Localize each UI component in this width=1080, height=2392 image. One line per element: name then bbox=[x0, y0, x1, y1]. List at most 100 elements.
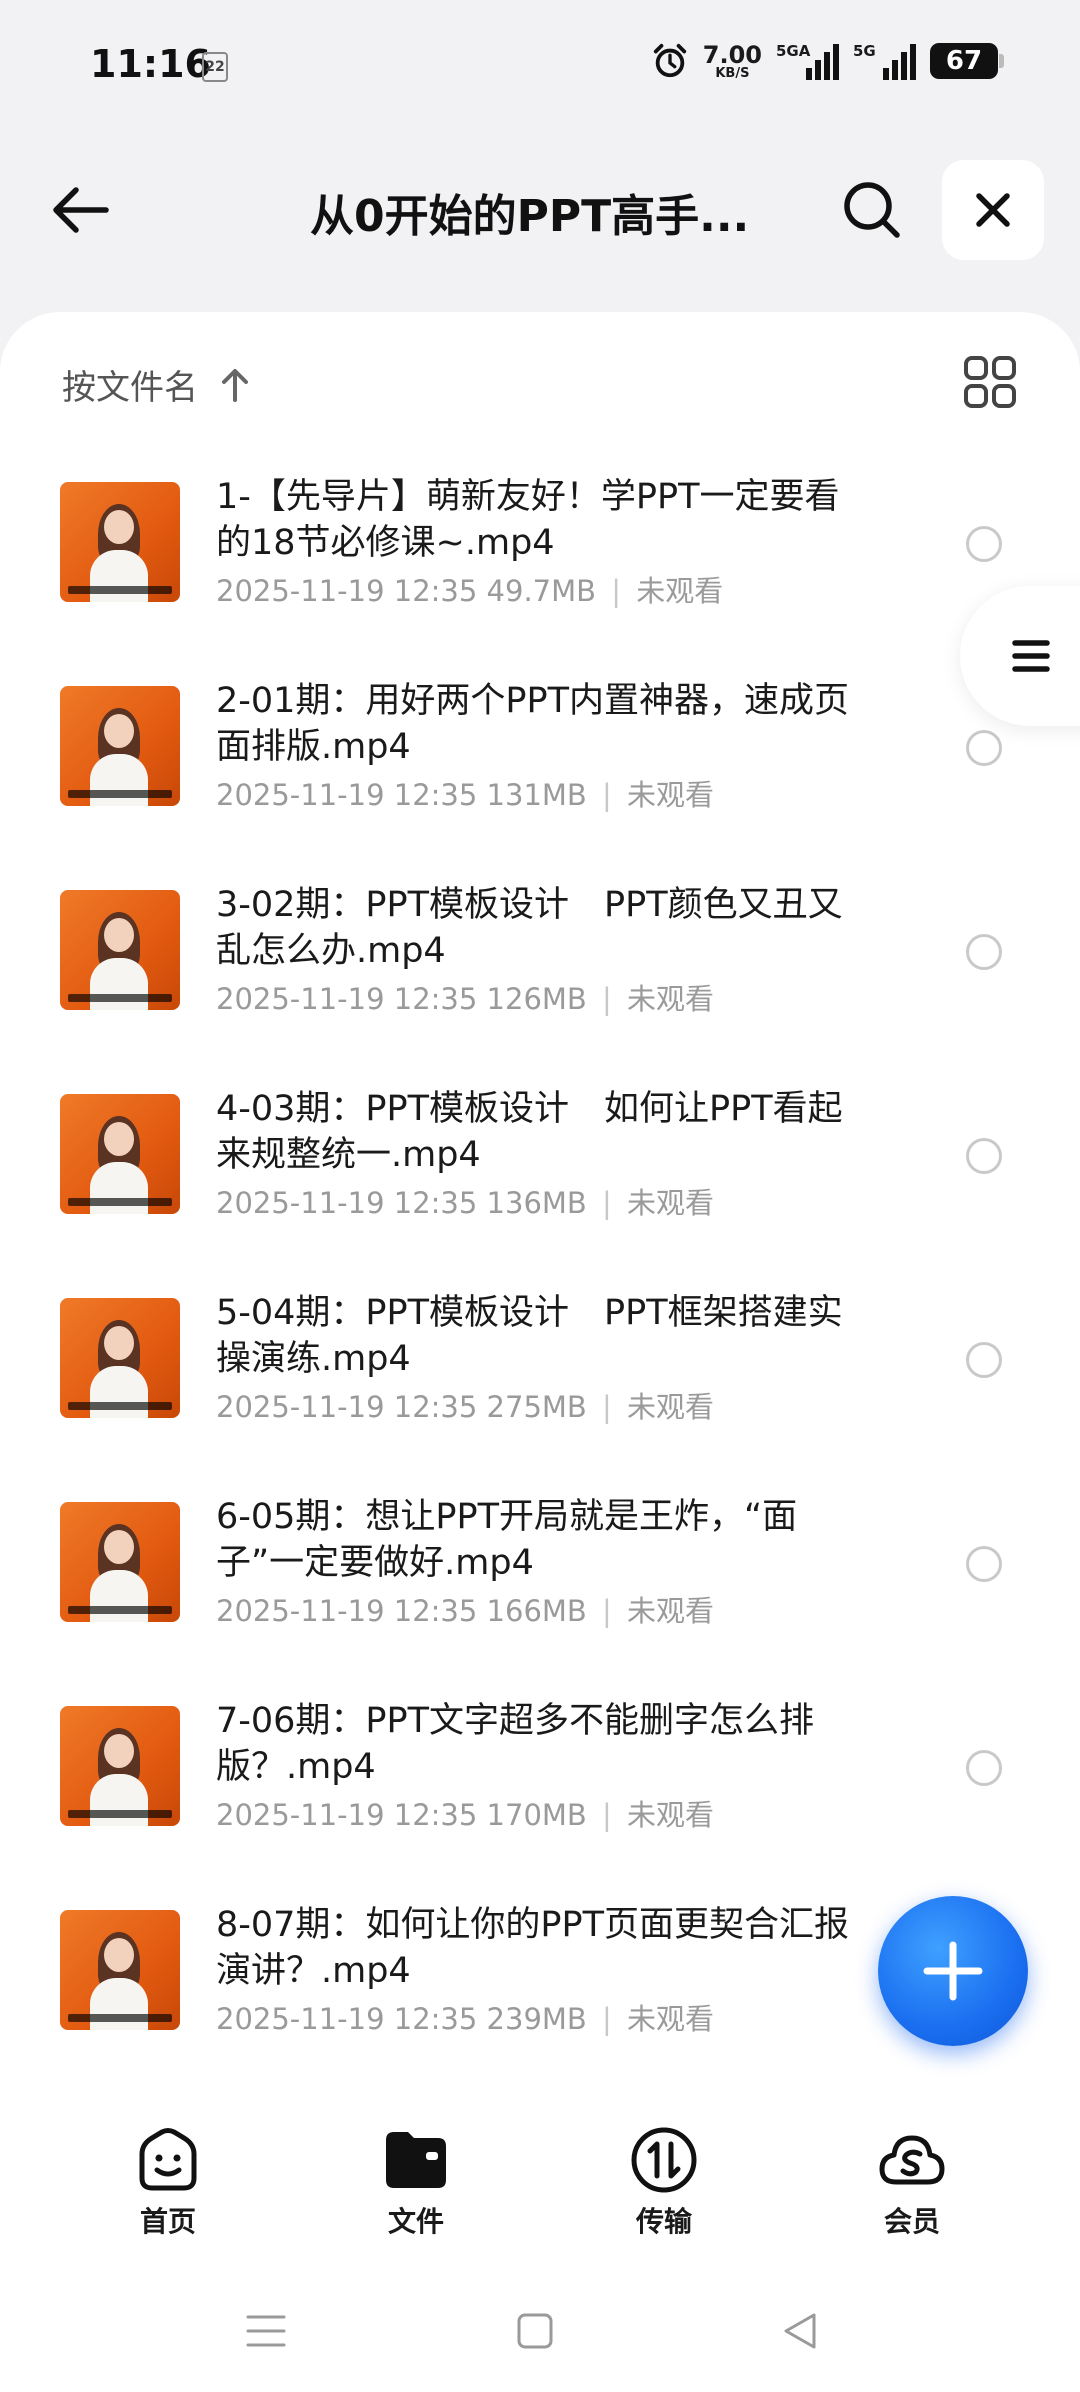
nav-member-label: 会员 bbox=[883, 2205, 940, 2238]
meta-separator: | bbox=[611, 574, 622, 608]
file-meta: 2025-11-19 12:35 126MB | 未观看 bbox=[216, 976, 714, 1018]
notification-badge: 22 bbox=[202, 52, 228, 82]
nav-files[interactable]: 文件 bbox=[346, 2124, 486, 2240]
file-date: 2025-11-19 12:35 bbox=[216, 2002, 478, 2036]
file-row[interactable]: 3-02期：PPT模板设计 PPT颜色又丑又乱怎么办.mp4 2025-11-1… bbox=[0, 885, 1080, 1094]
file-meta: 2025-11-19 12:35 239MB | 未观看 bbox=[216, 1996, 714, 2038]
file-date: 2025-11-19 12:35 bbox=[216, 1594, 478, 1628]
home-face-icon bbox=[139, 2128, 197, 2191]
select-radio[interactable] bbox=[966, 526, 1002, 562]
signal-strength-2: 5G bbox=[853, 42, 916, 80]
select-radio[interactable] bbox=[966, 934, 1002, 970]
status-bar: 11:16 22 7.00 KB/S 5GA 5G 67 bbox=[0, 0, 1080, 130]
file-name: 3-02期：PPT模板设计 PPT颜色又丑又乱怎么办.mp4 bbox=[216, 885, 843, 971]
home-button[interactable] bbox=[505, 2301, 565, 2361]
meta-separator: | bbox=[602, 1186, 612, 1220]
back-button[interactable] bbox=[42, 172, 118, 248]
menu-lines-icon bbox=[246, 2315, 286, 2347]
watch-status: 未观看 bbox=[627, 1390, 715, 1424]
recent-apps-button[interactable] bbox=[236, 2301, 296, 2361]
network-speed: 7.00 KB/S bbox=[703, 43, 762, 80]
file-list: 1-【先导片】萌新友好！学PPT一定要看的18节必修课~.mp4 2025-11… bbox=[0, 477, 1080, 2114]
video-thumbnail bbox=[60, 686, 180, 806]
file-size: 239MB bbox=[486, 2002, 587, 2036]
file-row[interactable]: 5-04期：PPT模板设计 PPT框架搭建实操演练.mp4 2025-11-19… bbox=[0, 1293, 1080, 1502]
file-name: 7-06期：PPT文字超多不能删字怎么排版？.mp4 bbox=[216, 1701, 815, 1787]
thumbnail-caption-bar bbox=[68, 994, 172, 1002]
sort-selector[interactable]: 按文件名 bbox=[62, 360, 250, 409]
square-icon bbox=[517, 2313, 553, 2349]
system-nav-bar bbox=[0, 2267, 1080, 2392]
select-radio[interactable] bbox=[966, 1750, 1002, 1786]
close-button[interactable] bbox=[942, 160, 1044, 260]
video-thumbnail bbox=[60, 890, 180, 1010]
meta-separator: | bbox=[602, 1390, 612, 1424]
file-row[interactable]: 1-【先导片】萌新友好！学PPT一定要看的18节必修课~.mp4 2025-11… bbox=[0, 477, 1080, 686]
arrow-left-icon bbox=[53, 187, 109, 233]
select-radio[interactable] bbox=[966, 730, 1002, 766]
plus-icon bbox=[923, 1941, 983, 2001]
file-date: 2025-11-19 12:35 bbox=[216, 1186, 478, 1220]
meta-separator: | bbox=[602, 1798, 612, 1832]
member-cloud-icon bbox=[879, 2135, 945, 2185]
status-indicators: 7.00 KB/S 5GA 5G 67 bbox=[651, 42, 1004, 80]
meta-separator: | bbox=[602, 1594, 612, 1628]
file-size: 170MB bbox=[486, 1798, 587, 1832]
nav-member[interactable]: 会员 bbox=[842, 2124, 982, 2240]
file-date: 2025-11-19 12:35 bbox=[216, 1798, 478, 1832]
file-name: 2-01期：用好两个PPT内置神器，速成页面排版.mp4 bbox=[216, 681, 850, 767]
select-radio[interactable] bbox=[966, 1342, 1002, 1378]
battery-indicator: 67 bbox=[930, 43, 1004, 79]
file-date: 2025-11-19 12:35 bbox=[216, 982, 478, 1016]
arrow-up-icon bbox=[222, 368, 248, 402]
bottom-nav: 首页 文件 传输 会员 bbox=[0, 2092, 1080, 2267]
file-name: 1-【先导片】萌新友好！学PPT一定要看的18节必修课~.mp4 bbox=[216, 477, 840, 563]
file-size: 275MB bbox=[486, 1390, 587, 1424]
file-row[interactable]: 6-05期：想让PPT开局就是王炸，“面子”一定要做好.mp4 2025-11-… bbox=[0, 1497, 1080, 1706]
alarm-icon bbox=[653, 43, 686, 78]
close-icon bbox=[976, 193, 1010, 227]
thumbnail-caption-bar bbox=[68, 1402, 172, 1410]
file-date: 2025-11-19 12:35 bbox=[216, 574, 478, 608]
file-size: 126MB bbox=[486, 982, 587, 1016]
nav-files-label: 文件 bbox=[387, 2205, 444, 2238]
back-system-button[interactable] bbox=[770, 2301, 830, 2361]
nav-home[interactable]: 首页 bbox=[98, 2124, 238, 2240]
folder-icon bbox=[386, 2132, 446, 2188]
file-size: 166MB bbox=[486, 1594, 587, 1628]
menu-icon bbox=[1012, 640, 1050, 672]
page-title: 从0开始的PPT高手... bbox=[310, 191, 750, 242]
file-name: 5-04期：PPT模板设计 PPT框架搭建实操演练.mp4 bbox=[216, 1293, 843, 1379]
video-thumbnail bbox=[60, 1094, 180, 1214]
file-row[interactable]: 4-03期：PPT模板设计 如何让PPT看起来规整统一.mp4 2025-11-… bbox=[0, 1089, 1080, 1298]
meta-separator: | bbox=[602, 2002, 612, 2036]
file-row[interactable]: 7-06期：PPT文字超多不能删字怎么排版？.mp4 2025-11-19 12… bbox=[0, 1701, 1080, 1910]
file-date: 2025-11-19 12:35 bbox=[216, 778, 478, 812]
grid-view-icon[interactable] bbox=[962, 354, 1018, 410]
video-thumbnail bbox=[60, 1298, 180, 1418]
search-button[interactable] bbox=[836, 174, 908, 246]
select-radio[interactable] bbox=[966, 1138, 1002, 1174]
select-radio[interactable] bbox=[966, 1546, 1002, 1582]
file-name: 4-03期：PPT模板设计 如何让PPT看起来规整统一.mp4 bbox=[216, 1089, 843, 1175]
video-thumbnail bbox=[60, 1910, 180, 2030]
file-meta: 2025-11-19 12:35 166MB | 未观看 bbox=[216, 1588, 714, 1630]
watch-status: 未观看 bbox=[627, 1798, 715, 1832]
file-meta: 2025-11-19 12:35 170MB | 未观看 bbox=[216, 1792, 714, 1834]
file-row[interactable]: 2-01期：用好两个PPT内置神器，速成页面排版.mp4 2025-11-19 … bbox=[0, 681, 1080, 890]
app-header: 从0开始的PPT高手... bbox=[0, 150, 1080, 270]
file-size: 136MB bbox=[486, 1186, 587, 1220]
nav-transfer[interactable]: 传输 bbox=[594, 2124, 734, 2240]
thumbnail-caption-bar bbox=[68, 2014, 172, 2022]
nav-transfer-label: 传输 bbox=[635, 2205, 692, 2238]
thumbnail-caption-bar bbox=[68, 1810, 172, 1818]
file-name: 6-05期：想让PPT开局就是王炸，“面子”一定要做好.mp4 bbox=[216, 1497, 798, 1583]
file-date: 2025-11-19 12:35 bbox=[216, 1390, 478, 1424]
meta-separator: | bbox=[602, 982, 612, 1016]
status-time: 11:16 bbox=[90, 42, 211, 86]
file-size: 49.7MB bbox=[486, 574, 597, 608]
file-meta: 2025-11-19 12:35 131MB | 未观看 bbox=[216, 772, 714, 814]
video-thumbnail bbox=[60, 1502, 180, 1622]
net-speed-unit: KB/S bbox=[715, 65, 750, 81]
add-button[interactable] bbox=[878, 1896, 1028, 2046]
